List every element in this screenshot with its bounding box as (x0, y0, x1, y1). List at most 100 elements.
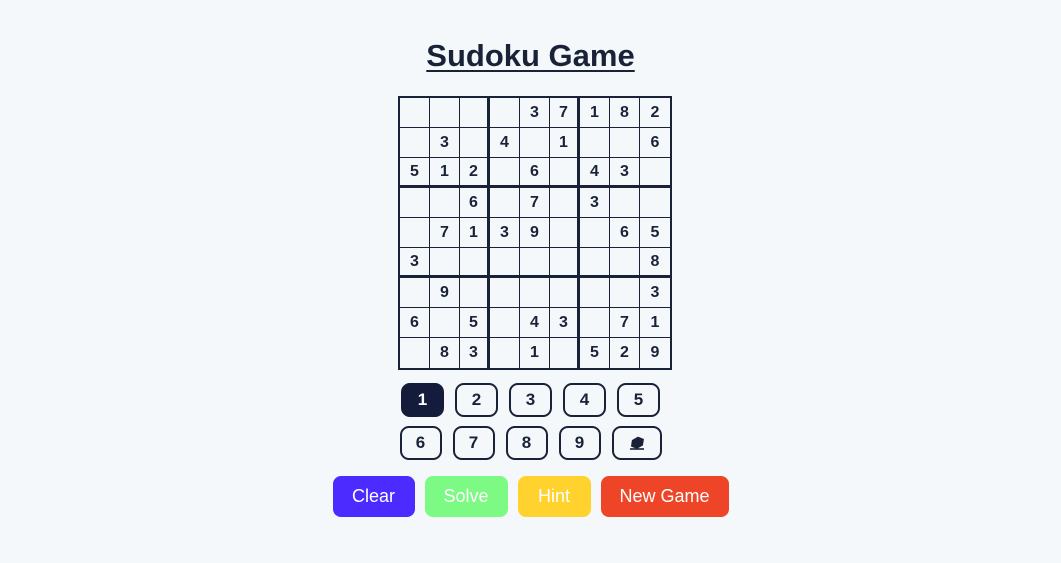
board-cell[interactable]: 2 (640, 98, 670, 128)
board-cell[interactable]: 5 (640, 218, 670, 248)
board-cell[interactable] (460, 248, 490, 278)
board-cell[interactable]: 4 (520, 308, 550, 338)
board-cell[interactable] (580, 308, 610, 338)
number-button-3[interactable]: 3 (509, 383, 552, 417)
board-cell[interactable] (640, 158, 670, 188)
board-cell[interactable] (400, 188, 430, 218)
board-cell[interactable] (430, 248, 460, 278)
board-cell[interactable]: 1 (520, 338, 550, 368)
board-cell[interactable]: 6 (460, 188, 490, 218)
board-cell[interactable]: 4 (580, 158, 610, 188)
number-button-8[interactable]: 8 (505, 426, 548, 460)
number-pad-row-2: 6789 (0, 426, 1061, 460)
board-cell[interactable] (580, 278, 610, 308)
board-cell[interactable]: 1 (580, 98, 610, 128)
board-cell[interactable]: 1 (460, 218, 490, 248)
board-cell[interactable] (610, 188, 640, 218)
board-cell[interactable]: 3 (400, 248, 430, 278)
board-cell[interactable]: 3 (490, 218, 520, 248)
board-cell[interactable] (400, 338, 430, 368)
board-cell[interactable]: 1 (550, 128, 580, 158)
board-cell[interactable] (640, 188, 670, 218)
board-cell[interactable]: 9 (640, 338, 670, 368)
sudoku-board: 3718234165126436737139653893654371831529 (398, 96, 672, 370)
board-cell[interactable] (400, 98, 430, 128)
board-cell[interactable]: 6 (610, 218, 640, 248)
board-cell[interactable] (460, 128, 490, 158)
board-cell[interactable]: 5 (400, 158, 430, 188)
board-cell[interactable]: 3 (580, 188, 610, 218)
board-cell[interactable]: 4 (490, 128, 520, 158)
board-cell[interactable] (490, 278, 520, 308)
board-cell[interactable]: 7 (610, 308, 640, 338)
board-cell[interactable]: 5 (460, 308, 490, 338)
board-cell[interactable] (550, 188, 580, 218)
new-game-button[interactable]: New Game (600, 476, 729, 517)
board-cell[interactable] (460, 278, 490, 308)
board-cell[interactable] (610, 278, 640, 308)
board-cell[interactable] (490, 188, 520, 218)
board-cell[interactable]: 7 (520, 188, 550, 218)
board-cell[interactable] (430, 308, 460, 338)
board-cell[interactable] (490, 248, 520, 278)
board-cell[interactable] (550, 218, 580, 248)
board-cell[interactable]: 2 (460, 158, 490, 188)
number-button-4[interactable]: 4 (563, 383, 606, 417)
board-cell[interactable]: 7 (430, 218, 460, 248)
board-cell[interactable]: 6 (640, 128, 670, 158)
board-cell[interactable]: 7 (550, 98, 580, 128)
erase-button[interactable] (611, 426, 662, 460)
board-cell[interactable]: 3 (520, 98, 550, 128)
board-cell[interactable] (400, 128, 430, 158)
board-cell[interactable]: 3 (460, 338, 490, 368)
board-cell[interactable]: 3 (430, 128, 460, 158)
board-cell[interactable]: 2 (610, 338, 640, 368)
board-cell[interactable]: 3 (640, 278, 670, 308)
board-cell[interactable] (520, 128, 550, 158)
board-cell[interactable]: 5 (580, 338, 610, 368)
board-cell[interactable] (400, 278, 430, 308)
number-button-2[interactable]: 2 (455, 383, 498, 417)
board-cell[interactable] (490, 158, 520, 188)
board-cell[interactable] (520, 248, 550, 278)
board-cell[interactable] (580, 248, 610, 278)
number-button-6[interactable]: 6 (399, 426, 442, 460)
board-cell[interactable] (430, 188, 460, 218)
board-cell[interactable]: 9 (430, 278, 460, 308)
board-cell[interactable]: 9 (520, 218, 550, 248)
board-cell[interactable]: 1 (640, 308, 670, 338)
eraser-icon (629, 436, 644, 450)
number-pad-row-1: 12345 (0, 383, 1061, 417)
solve-button[interactable]: Solve (424, 476, 508, 517)
board-cell[interactable] (610, 248, 640, 278)
board-cell[interactable] (550, 158, 580, 188)
board-cell[interactable] (550, 278, 580, 308)
board-cell[interactable] (400, 218, 430, 248)
board-cell[interactable] (550, 248, 580, 278)
board-cell[interactable] (490, 98, 520, 128)
board-cell[interactable] (610, 128, 640, 158)
board-cell[interactable] (580, 128, 610, 158)
board-cell[interactable] (460, 98, 490, 128)
board-cell[interactable]: 3 (550, 308, 580, 338)
number-button-1[interactable]: 1 (401, 383, 444, 417)
board-cell[interactable]: 3 (610, 158, 640, 188)
board-cell[interactable]: 8 (640, 248, 670, 278)
board-cell[interactable] (520, 278, 550, 308)
board-cell[interactable] (550, 338, 580, 368)
board-cell[interactable]: 8 (430, 338, 460, 368)
board-cell[interactable] (490, 338, 520, 368)
action-bar: Clear Solve Hint New Game (0, 476, 1061, 517)
hint-button[interactable]: Hint (517, 476, 591, 517)
board-cell[interactable] (430, 98, 460, 128)
number-button-5[interactable]: 5 (617, 383, 660, 417)
number-button-9[interactable]: 9 (558, 426, 601, 460)
clear-button[interactable]: Clear (332, 476, 415, 517)
number-button-7[interactable]: 7 (452, 426, 495, 460)
board-cell[interactable] (580, 218, 610, 248)
board-cell[interactable] (490, 308, 520, 338)
board-cell[interactable]: 8 (610, 98, 640, 128)
board-cell[interactable]: 6 (400, 308, 430, 338)
board-cell[interactable]: 6 (520, 158, 550, 188)
board-cell[interactable]: 1 (430, 158, 460, 188)
